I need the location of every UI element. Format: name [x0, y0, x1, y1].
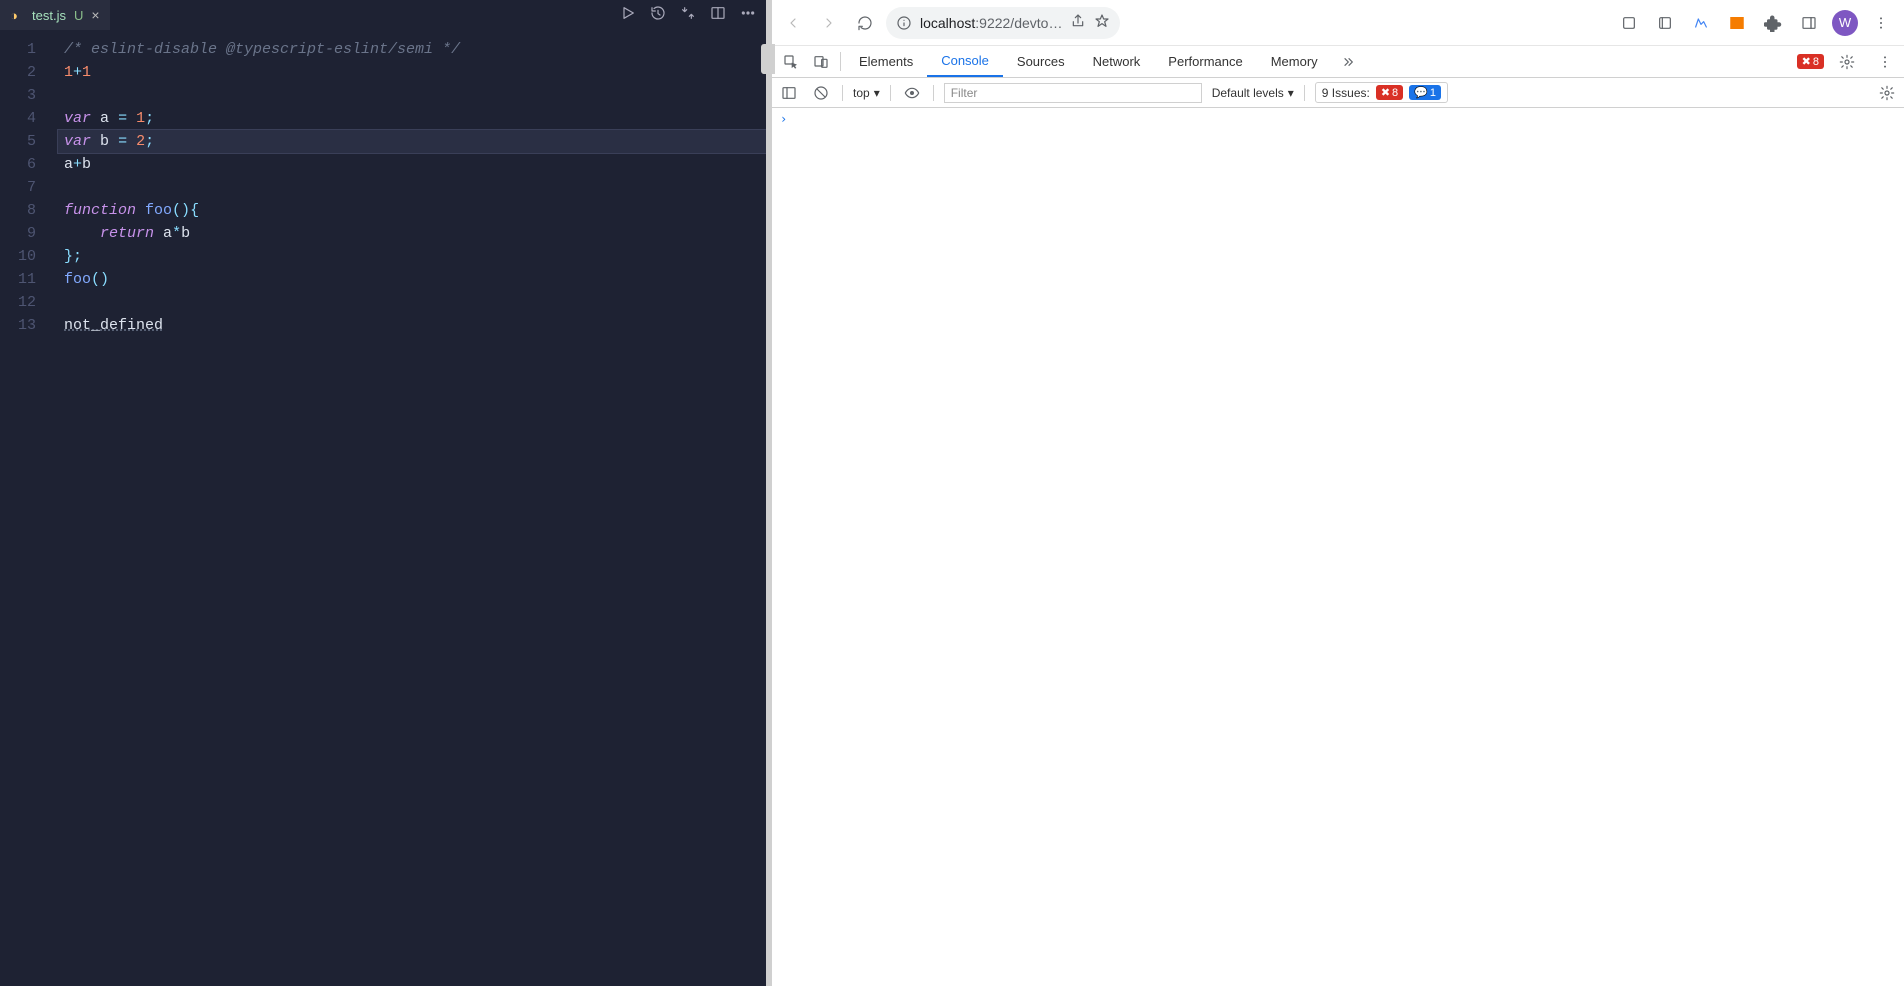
address-bar[interactable]: localhost:9222/devto…: [886, 7, 1120, 39]
tab-network[interactable]: Network: [1079, 46, 1155, 77]
editor-actions: [620, 5, 762, 26]
code-line: /* eslint-disable @typescript-eslint/sem…: [58, 38, 766, 61]
code-line: function foo(){: [58, 199, 766, 222]
code-line: a+b: [58, 153, 766, 176]
console-settings-icon[interactable]: [1876, 85, 1898, 101]
extension-icon[interactable]: [1688, 10, 1714, 36]
console-output[interactable]: ›: [772, 108, 1904, 986]
extension-icon[interactable]: [1652, 10, 1678, 36]
tab-performance[interactable]: Performance: [1154, 46, 1256, 77]
code-line: var a = 1;: [58, 107, 766, 130]
js-file-icon: ◑: [10, 8, 24, 23]
line-number: 9: [0, 222, 36, 245]
side-panel-icon[interactable]: [1796, 10, 1822, 36]
chevron-down-icon: ▾: [874, 86, 880, 100]
live-expression-icon[interactable]: [901, 85, 923, 101]
tab-elements[interactable]: Elements: [845, 46, 927, 77]
line-number: 8: [0, 199, 36, 222]
tab-git-status: U: [74, 8, 83, 23]
extension-icon[interactable]: [1724, 10, 1750, 36]
separator: [842, 85, 843, 101]
issues-counter[interactable]: 9 Issues: ✖ 8 💬 1: [1315, 82, 1448, 103]
extensions-menu-icon[interactable]: [1760, 10, 1786, 36]
tab-sources[interactable]: Sources: [1003, 46, 1079, 77]
line-number: 2: [0, 61, 36, 84]
extension-icon[interactable]: [1616, 10, 1642, 36]
history-icon[interactable]: [650, 5, 666, 26]
console-prompt-icon: ›: [780, 112, 787, 126]
clear-console-icon[interactable]: [810, 85, 832, 101]
line-number: 1: [0, 38, 36, 61]
editor-tabs: ◑ test.js U ×: [0, 0, 110, 30]
browser-pane: localhost:9222/devto… W Elements Console…: [772, 0, 1904, 986]
pane-splitter[interactable]: [766, 0, 772, 986]
line-number: 3: [0, 84, 36, 107]
issues-error-badge: ✖ 8: [1376, 85, 1403, 100]
line-number: 12: [0, 291, 36, 314]
line-number: 6: [0, 153, 36, 176]
tab-memory[interactable]: Memory: [1257, 46, 1332, 77]
code-line: };: [58, 245, 766, 268]
run-icon[interactable]: [620, 5, 636, 26]
devtools-menu-icon[interactable]: [1870, 54, 1900, 70]
separator: [890, 85, 891, 101]
editor-body[interactable]: 1 2 3 4 5 6 7 8 9 10 11 12 13 /* eslint-…: [0, 30, 766, 986]
line-number: 13: [0, 314, 36, 337]
line-number: 4: [0, 107, 36, 130]
separator: [933, 85, 934, 101]
share-icon[interactable]: [1070, 13, 1086, 32]
error-count-badge[interactable]: ✖ 8: [1797, 54, 1824, 69]
reload-button[interactable]: [850, 8, 880, 38]
line-number: 7: [0, 176, 36, 199]
code-line-current: var b = 2;: [58, 130, 766, 153]
separator: [840, 52, 841, 71]
issues-label: 9 Issues:: [1322, 86, 1370, 100]
line-number: 10: [0, 245, 36, 268]
code-line: not_defined: [58, 314, 766, 337]
console-toolbar: top ▾ Default levels ▾ 9 Issues: ✖ 8 💬 1: [772, 78, 1904, 108]
code-content[interactable]: /* eslint-disable @typescript-eslint/sem…: [58, 30, 766, 986]
log-levels-selector[interactable]: Default levels ▾: [1212, 86, 1294, 100]
console-filter-input[interactable]: [944, 83, 1202, 103]
url-text: localhost:9222/devto…: [920, 15, 1062, 31]
code-line: [58, 291, 766, 314]
browser-toolbar: localhost:9222/devto… W: [772, 0, 1904, 46]
editor-tab-testjs[interactable]: ◑ test.js U ×: [0, 0, 110, 30]
line-number-gutter: 1 2 3 4 5 6 7 8 9 10 11 12 13: [0, 30, 58, 986]
close-tab-icon[interactable]: ×: [91, 7, 99, 23]
context-selector[interactable]: top ▾: [853, 86, 880, 100]
device-toolbar-icon[interactable]: [806, 46, 836, 77]
code-line: [58, 84, 766, 107]
split-editor-icon[interactable]: [710, 5, 726, 26]
code-line: return a*b: [58, 222, 766, 245]
line-number: 11: [0, 268, 36, 291]
bookmark-icon[interactable]: [1094, 13, 1110, 32]
issues-info-badge: 💬 1: [1409, 85, 1441, 100]
editor-pane: ◑ test.js U × 1 2 3 4 5 6 7 8 9 10 11: [0, 0, 766, 986]
nav-back-button[interactable]: [778, 8, 808, 38]
more-actions-icon[interactable]: [740, 5, 756, 26]
tab-filename: test.js: [32, 8, 66, 23]
chevron-down-icon: ▾: [1288, 86, 1294, 100]
avatar-initial: W: [1839, 15, 1851, 30]
site-info-icon[interactable]: [896, 15, 912, 31]
code-line: foo(): [58, 268, 766, 291]
code-line: 1+1: [58, 61, 766, 84]
nav-forward-button[interactable]: [814, 8, 844, 38]
line-number: 5: [0, 130, 36, 153]
profile-avatar[interactable]: W: [1832, 10, 1858, 36]
extensions-area: W: [1616, 10, 1898, 36]
separator: [1304, 85, 1305, 101]
devtools-tabbar: Elements Console Sources Network Perform…: [772, 46, 1904, 78]
devtools-settings-icon[interactable]: [1832, 54, 1862, 70]
toggle-sidebar-icon[interactable]: [778, 85, 800, 101]
editor-tabbar: ◑ test.js U ×: [0, 0, 766, 30]
compare-icon[interactable]: [680, 5, 696, 26]
more-tabs-icon[interactable]: [1332, 46, 1362, 77]
chrome-menu-icon[interactable]: [1868, 10, 1894, 36]
code-line: [58, 176, 766, 199]
inspect-element-icon[interactable]: [776, 46, 806, 77]
tab-console[interactable]: Console: [927, 46, 1003, 77]
